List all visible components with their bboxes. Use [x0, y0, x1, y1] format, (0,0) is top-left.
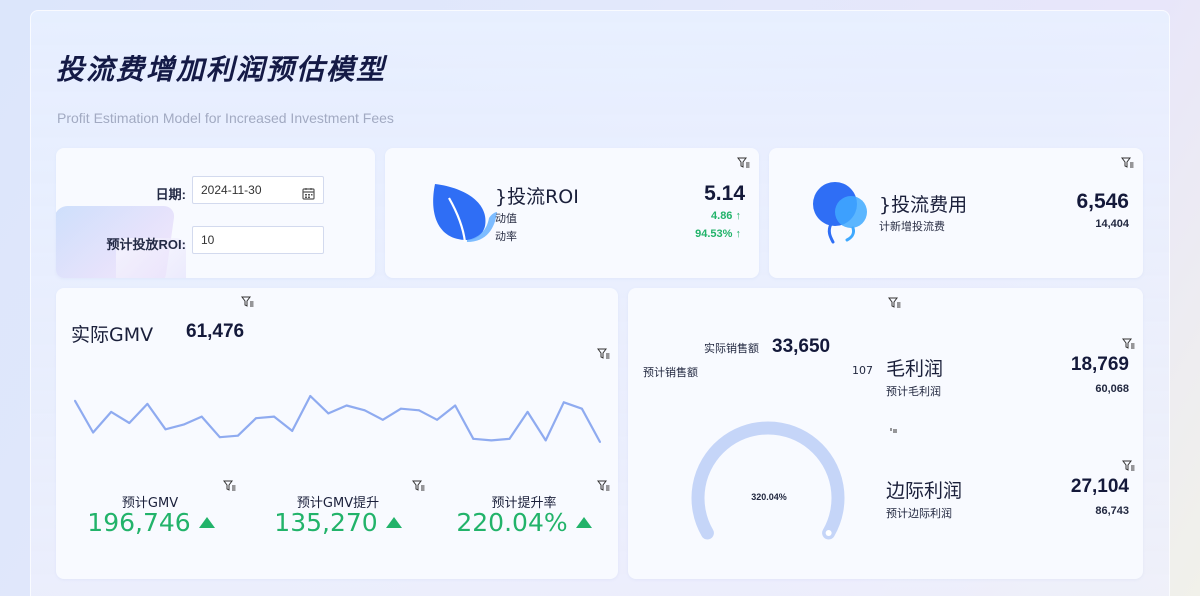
- calendar-icon[interactable]: [302, 183, 315, 209]
- date-label: 日期:: [155, 187, 186, 202]
- gmv-point-9: [236, 434, 239, 437]
- gmv-point-17: [381, 418, 384, 421]
- filter-icon[interactable]: [597, 480, 611, 492]
- gmv-point-15: [345, 404, 348, 407]
- gmv-point-18: [399, 407, 402, 410]
- gmv-point-27: [562, 401, 565, 404]
- gmv-point-25: [526, 410, 529, 413]
- marginal-profit-name: 边际利润: [886, 480, 963, 502]
- fee-sub-label: 计新增投流费: [879, 220, 945, 233]
- gmv-point-12: [291, 429, 294, 432]
- gauge-track: [691, 421, 845, 540]
- gmv-point-0: [74, 399, 76, 402]
- filter-icon[interactable]: [1121, 157, 1135, 169]
- gmv-point-23: [490, 439, 493, 442]
- date-input-value: 2024-11-30: [201, 183, 262, 197]
- actual-sales-label: 实际销售额: [704, 342, 759, 355]
- gmv-point-24: [508, 437, 511, 440]
- marginal-profit-value: 27,104: [1070, 476, 1129, 497]
- actual-sales-value: 33,650: [772, 336, 831, 357]
- filter-icon[interactable]: [1122, 460, 1136, 472]
- gross-profit-value: 18,769: [1070, 354, 1129, 375]
- gmv-point-4: [146, 402, 149, 405]
- gmv-point-13: [309, 395, 312, 397]
- gmv-point-10: [255, 417, 258, 420]
- gmv-point-7: [200, 415, 203, 418]
- gmv-point-8: [218, 436, 221, 439]
- gmv-point-29: [599, 441, 601, 443]
- arrow-up-icon: ↑: [735, 210, 742, 222]
- stat-value-increase-rate: 220.04%: [429, 508, 618, 537]
- roi-rate-value: 94.53% ↑: [695, 228, 742, 240]
- roi-value: 5.14: [704, 182, 745, 205]
- bubbles-icon: [811, 180, 871, 251]
- filter-icon[interactable]: [888, 297, 902, 309]
- fee-value: 6,546: [1076, 190, 1129, 213]
- roi-card: }投流ROI 5.14 动值 4.86 ↑ 动率 94.53% ↑: [385, 148, 759, 278]
- gauge-end-dot: [825, 530, 832, 536]
- roi-label: 预计投放ROI:: [106, 237, 186, 252]
- gmv-point-11: [273, 415, 276, 418]
- gmv-point-1: [92, 431, 95, 434]
- gmv-series-line: [74, 394, 601, 443]
- roi-change-label: 动值: [495, 212, 517, 225]
- roi-name: }投流ROI: [495, 186, 579, 208]
- triangle-up-icon: [385, 517, 402, 528]
- gmv-point-28: [580, 407, 583, 410]
- gmv-point-22: [472, 437, 475, 440]
- gross-profit-name: 毛利润: [886, 358, 944, 380]
- page-subtitle: Profit Estimation Model for Increased In…: [57, 110, 394, 126]
- roi-input[interactable]: 10: [192, 226, 324, 254]
- gross-profit-sub-label: 预计毛利润: [886, 385, 941, 398]
- controls-card: 日期: 2024-11-30 预计投放ROI: 10: [56, 148, 375, 278]
- gmv-point-2: [110, 410, 113, 413]
- gmv-point-14: [327, 412, 330, 415]
- roi-change-value: 4.86 ↑: [711, 210, 742, 222]
- gmv-point-21: [454, 404, 457, 407]
- gross-profit-sub-value: 60,068: [1095, 383, 1129, 395]
- profit-card: 实际销售额 33,650 预计销售额 107 320.04% 毛利润 18,76…: [628, 288, 1143, 579]
- fee-name: }投流费用: [879, 194, 968, 216]
- gmv-point-5: [164, 428, 167, 431]
- stat-value-expected-gmv: 196,746: [56, 508, 246, 537]
- filter-icon[interactable]: [737, 157, 751, 169]
- roi-rate-label: 动率: [495, 230, 517, 243]
- leaf-icon: [427, 178, 497, 253]
- expected-sales-value: 107: [852, 364, 873, 377]
- profit-gauge: [691, 421, 845, 540]
- filter-icon[interactable]: [223, 480, 237, 492]
- page-title: 投流费增加利润预估模型: [56, 53, 387, 86]
- gauge-label: 320.04%: [751, 492, 787, 502]
- fee-sub-value: 14,404: [1095, 218, 1129, 230]
- filter-icon[interactable]: [412, 480, 426, 492]
- gmv-point-20: [436, 418, 439, 421]
- gmv-point-3: [128, 421, 131, 424]
- fee-card: }投流费用 6,546 计新增投流费 14,404: [769, 148, 1143, 278]
- expected-sales-label: 预计销售额: [643, 366, 698, 379]
- triangle-up-icon: [575, 517, 592, 528]
- gmv-point-6: [182, 423, 185, 426]
- filter-icon-partial[interactable]: [890, 422, 898, 440]
- gmv-point-26: [544, 439, 547, 442]
- gmv-card: 实际GMV 61,476 预计GMV 196,746 预计GMV提升 135,2…: [56, 288, 618, 579]
- marginal-profit-sub-label: 预计边际利润: [886, 507, 952, 520]
- stat-value-gmv-increase: 135,270: [243, 508, 433, 537]
- marginal-profit-sub-value: 86,743: [1095, 505, 1129, 517]
- date-input[interactable]: 2024-11-30: [192, 176, 324, 204]
- filter-icon[interactable]: [1122, 338, 1136, 350]
- gmv-point-19: [417, 409, 420, 412]
- gmv-point-16: [363, 409, 366, 412]
- triangle-up-icon: [198, 517, 215, 528]
- arrow-up-icon: ↑: [735, 228, 742, 240]
